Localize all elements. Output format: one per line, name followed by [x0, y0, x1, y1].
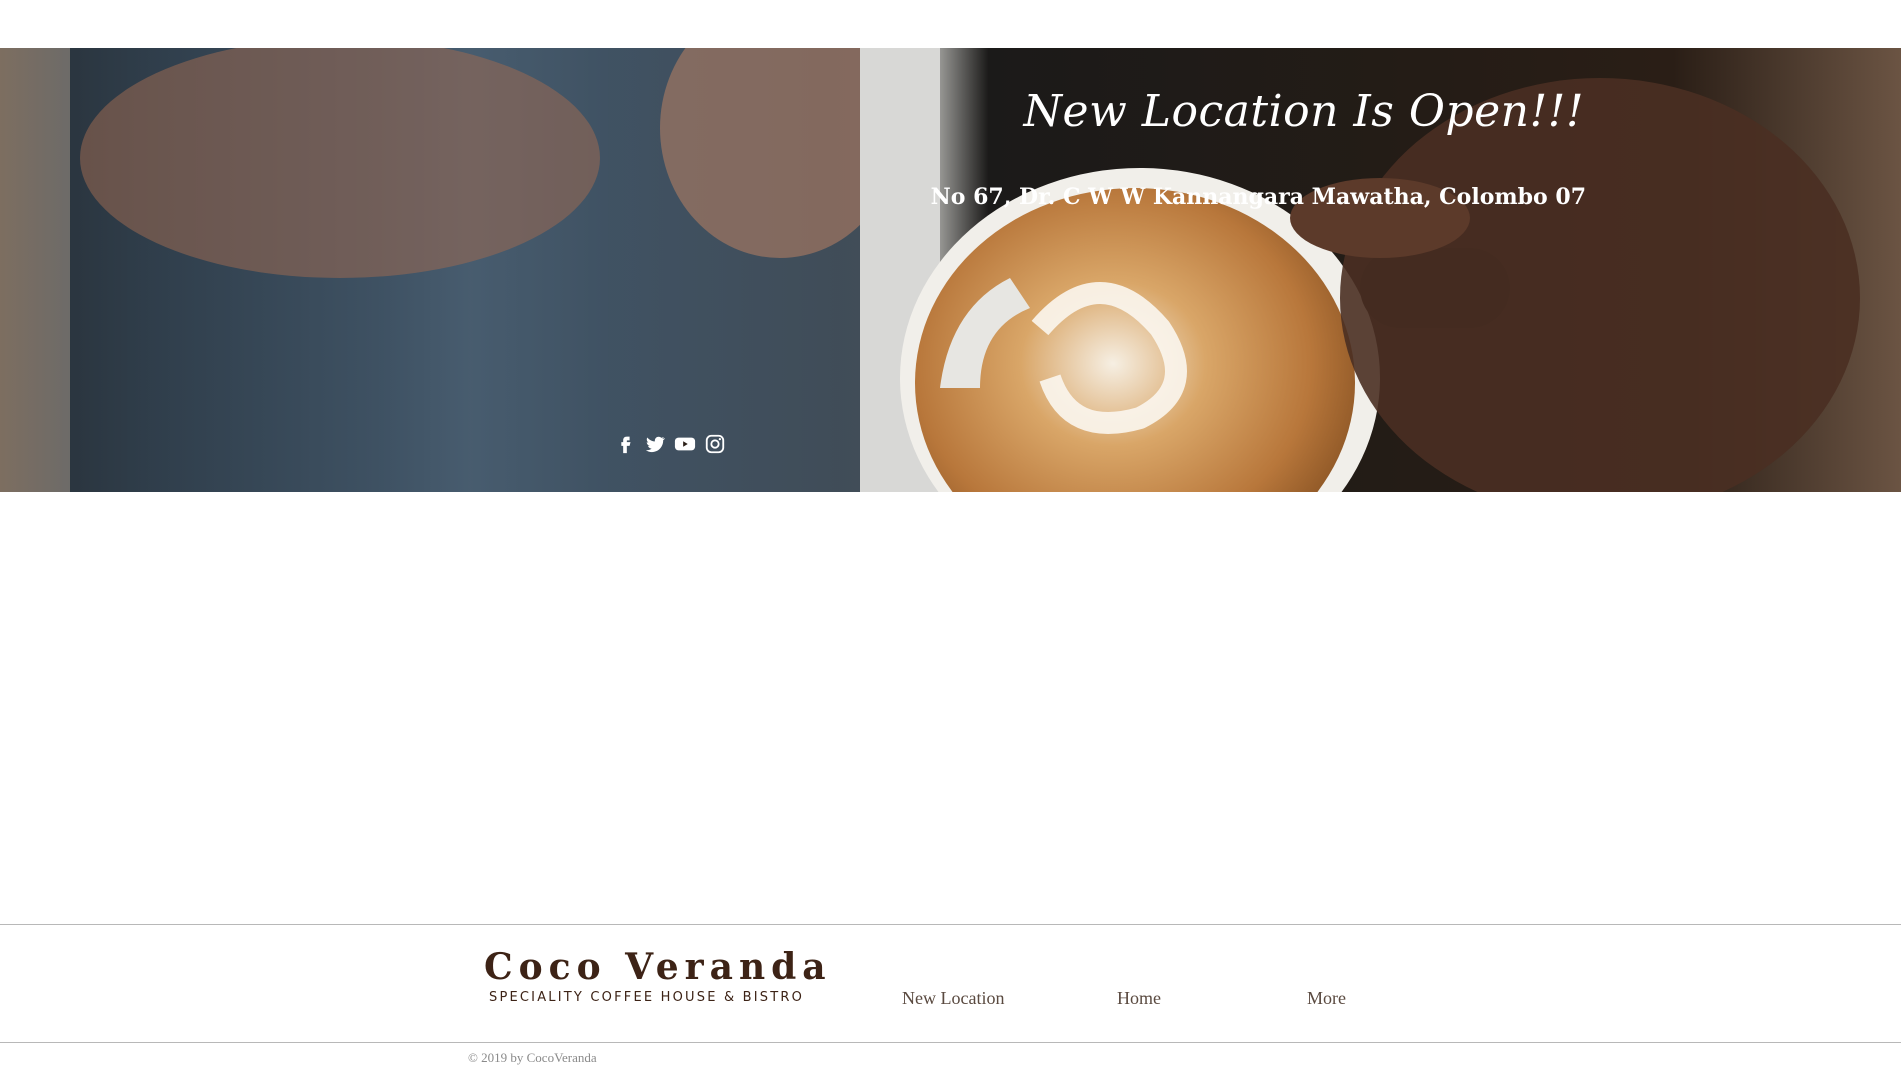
nav-item-new-location[interactable]: New Location: [902, 988, 1004, 1009]
nav-item-more[interactable]: More: [1307, 988, 1346, 1009]
copyright-text: © 2019 by CocoVeranda: [468, 1050, 597, 1065]
youtube-icon[interactable]: [674, 433, 696, 455]
latte-art-image: [70, 48, 1860, 492]
brand-logo-text[interactable]: Coco Veranda: [484, 946, 832, 988]
footer-divider-top: [0, 924, 1901, 925]
footer-divider-bottom: [0, 1042, 1901, 1043]
social-bar: [614, 433, 726, 455]
nav-item-home[interactable]: Home: [1117, 988, 1161, 1009]
instagram-icon[interactable]: [704, 433, 726, 455]
facebook-icon[interactable]: [614, 433, 636, 455]
brand-tagline: SPECIALITY COFFEE HOUSE & BISTRO: [489, 990, 805, 1005]
twitter-icon[interactable]: [644, 433, 666, 455]
hero-title: New Location Is Open!!!: [1023, 86, 1584, 137]
hero-address: No 67, Dr. C W W Kannangara Mawatha, Col…: [930, 184, 1586, 210]
hero-banner: New Location Is Open!!! No 67, Dr. C W W…: [0, 48, 1901, 492]
